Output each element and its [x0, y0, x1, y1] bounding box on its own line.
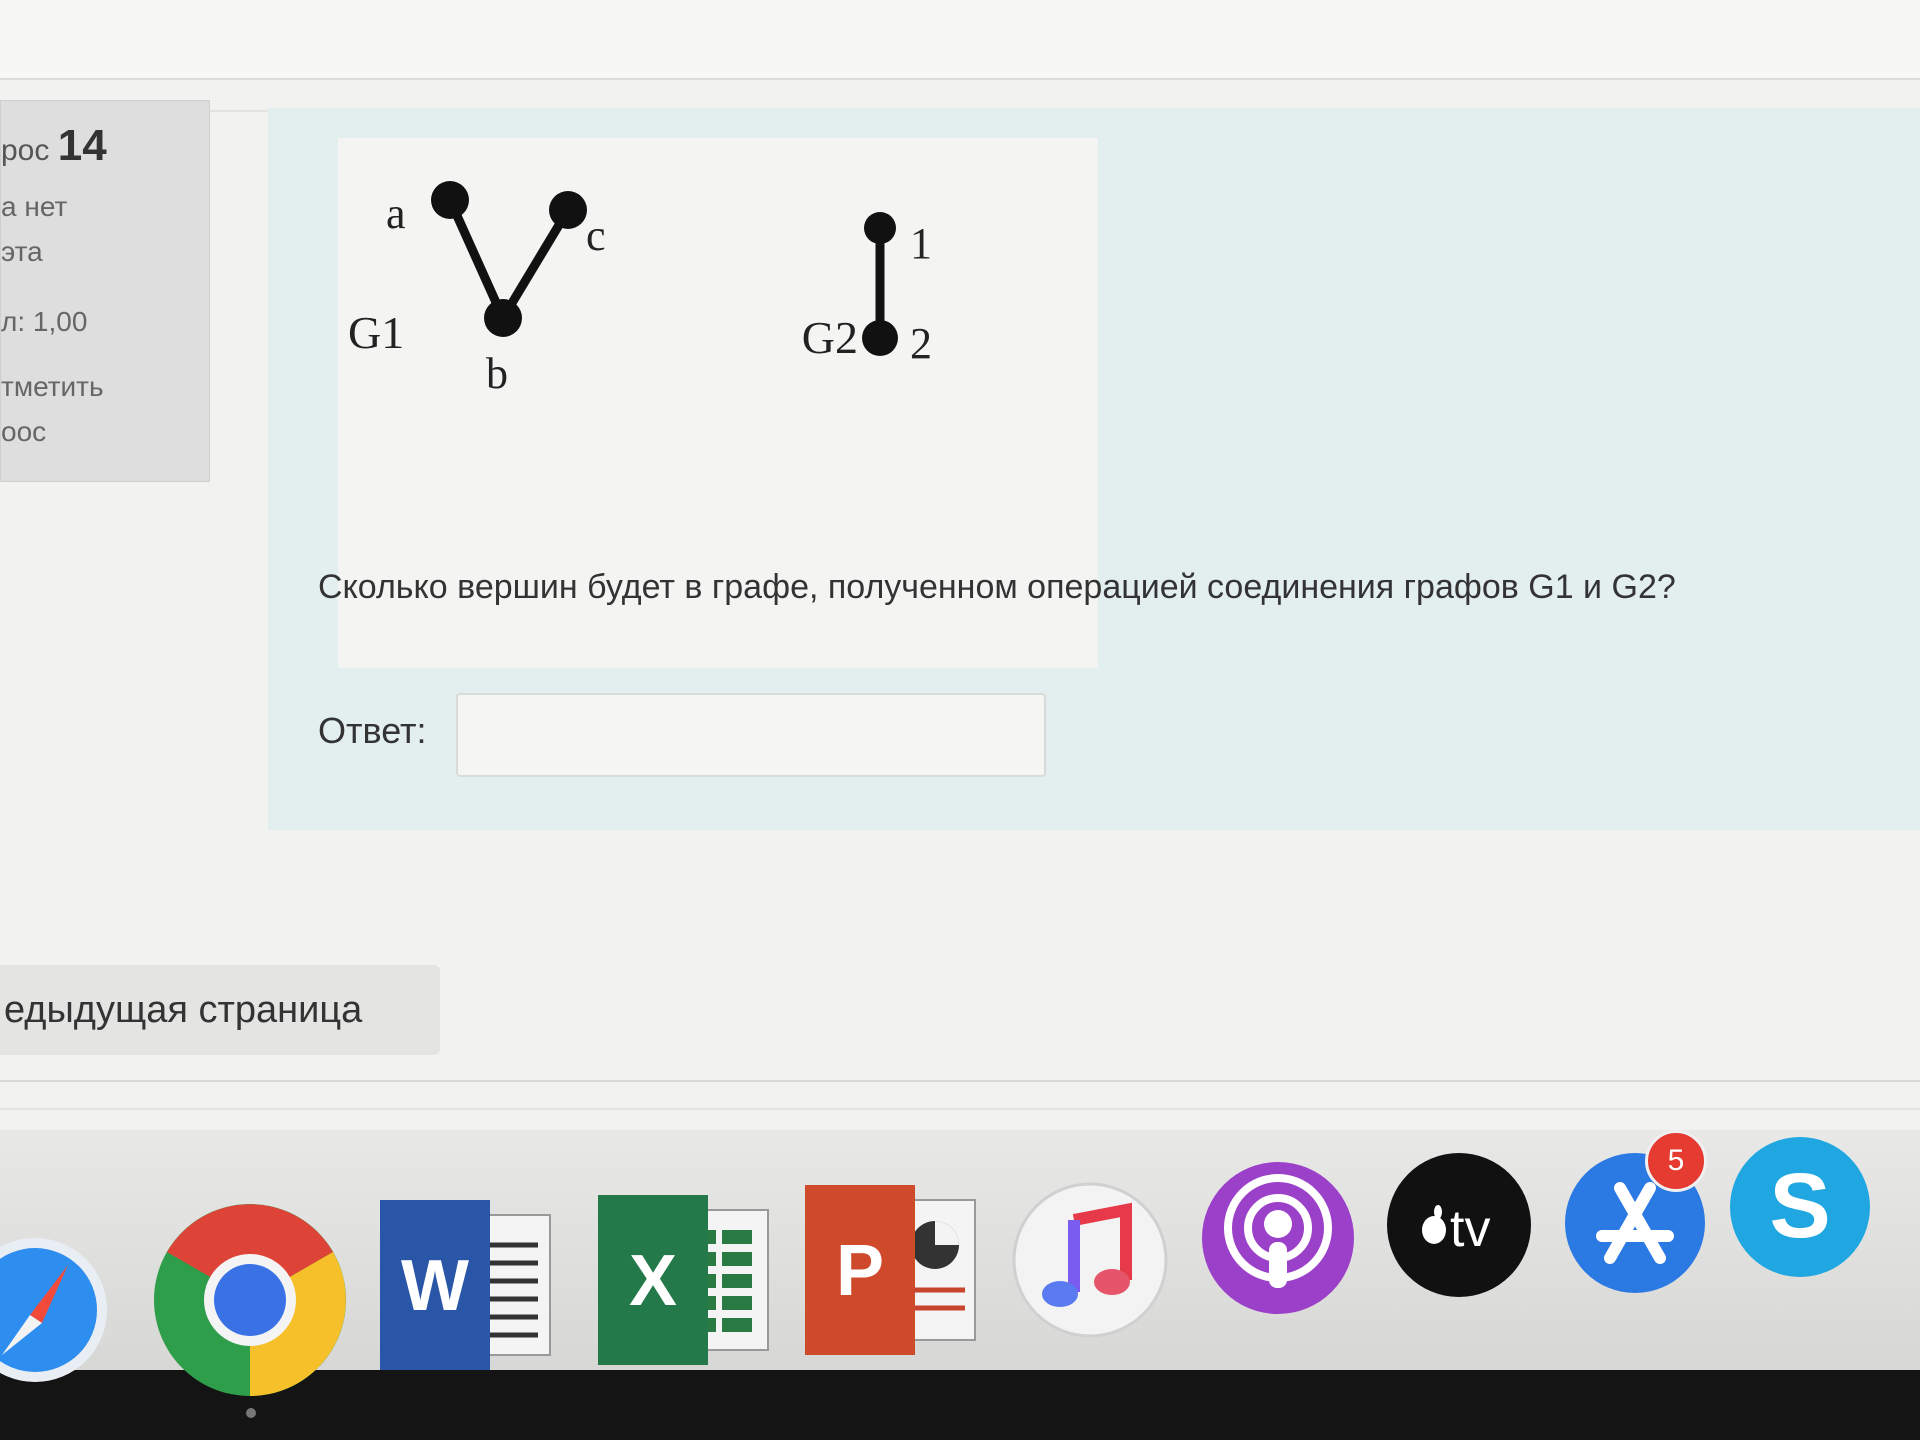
question-number: рос 14: [1, 121, 107, 170]
question-status-line1: а нет: [1, 191, 68, 222]
app-store-badge: 5: [1645, 1130, 1707, 1192]
divider: [0, 1080, 1920, 1082]
flag-question-link[interactable]: тметить: [1, 371, 104, 403]
g2-vertex-2: [862, 320, 898, 356]
g2-label-1: 1: [910, 219, 932, 268]
svg-text:X: X: [629, 1241, 677, 1321]
podcasts-icon[interactable]: [1198, 1158, 1358, 1318]
running-indicator: [246, 1408, 256, 1418]
flag-question-link-line2[interactable]: оос: [1, 416, 46, 448]
g1-label-a: a: [386, 189, 406, 238]
question-text: Сколько вершин будет в графе, полученном…: [318, 568, 1676, 606]
svg-text:P: P: [836, 1231, 884, 1311]
question-content: a b c G1 1 2 G2 Сколько вершин будет в г…: [268, 108, 1920, 830]
svg-text:W: W: [401, 1246, 469, 1326]
g1-edge-a-b: [445, 198, 508, 320]
excel-icon[interactable]: X: [598, 1190, 778, 1370]
safari-icon[interactable]: [0, 1215, 110, 1405]
answer-label: Ответ:: [318, 710, 427, 751]
question-info-panel: рос 14 а нет эта л: 1,00 тметить оос: [0, 100, 210, 482]
g1-vertex-b: [484, 299, 522, 337]
g1-vertex-a: [431, 181, 469, 219]
browser-top-area: [0, 0, 1920, 80]
answer-input[interactable]: [456, 693, 1046, 777]
g1-name: G1: [348, 307, 404, 358]
skype-icon[interactable]: S: [1725, 1132, 1875, 1282]
chrome-icon[interactable]: [150, 1200, 350, 1400]
word-icon[interactable]: W: [380, 1195, 560, 1375]
svg-text:S: S: [1769, 1155, 1830, 1257]
divider: [0, 1108, 1920, 1110]
g1-vertex-c: [549, 191, 587, 229]
music-icon[interactable]: [1010, 1180, 1170, 1340]
g1-label-c: c: [586, 211, 606, 260]
g2-name: G2: [802, 312, 858, 363]
question-points: л: 1,00: [1, 306, 88, 337]
question-status-line2: эта: [1, 236, 43, 267]
g2-label-2: 2: [910, 319, 932, 368]
g2-vertex-1: [864, 212, 896, 244]
previous-page-button[interactable]: едыдущая страница: [0, 965, 440, 1055]
g1-label-b: b: [486, 349, 508, 398]
apple-tv-icon[interactable]: tv: [1384, 1150, 1534, 1300]
svg-text:tv: tv: [1450, 1200, 1490, 1258]
powerpoint-icon[interactable]: P: [805, 1180, 985, 1360]
